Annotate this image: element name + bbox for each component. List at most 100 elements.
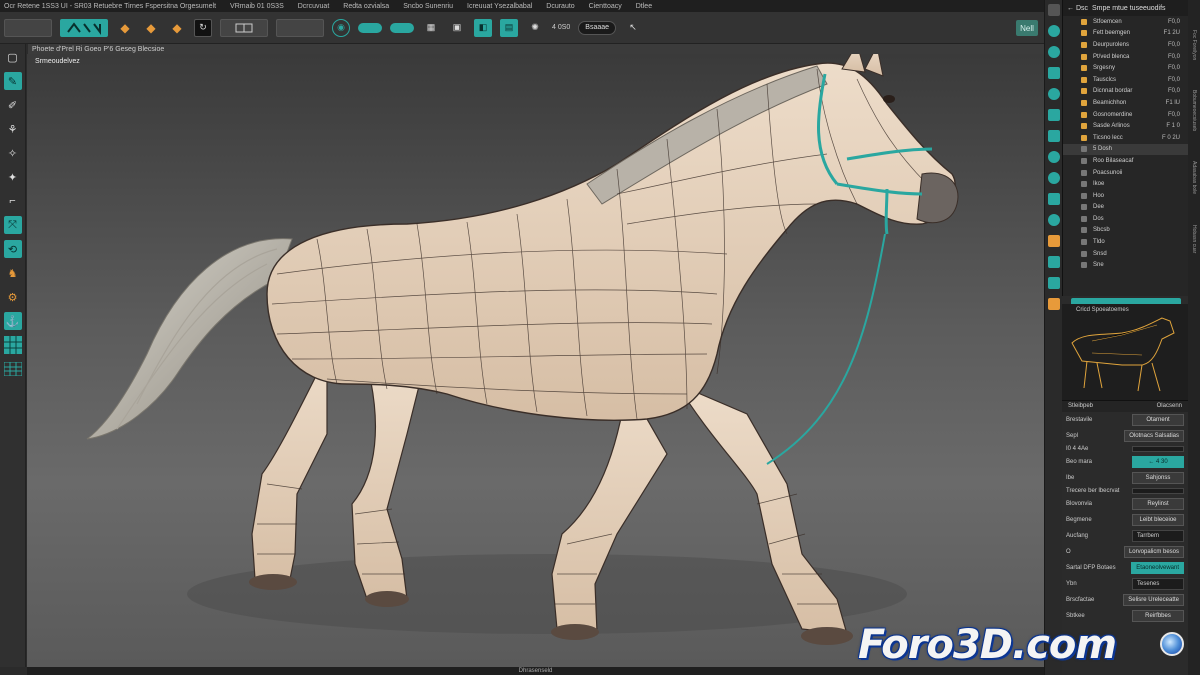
pointer-icon[interactable]: ↖ xyxy=(624,19,642,37)
menu-item[interactable]: VRmaib 01 0S3S xyxy=(230,3,284,10)
mirror-toggle[interactable] xyxy=(390,22,414,33)
edge-tab[interactable]: Bobumeoecsiuseb xyxy=(1191,90,1197,131)
anchor-tool-icon[interactable]: ⚓ xyxy=(3,312,22,330)
menu-item[interactable]: Dtlee xyxy=(636,3,652,10)
select-tool-icon[interactable]: ▢ xyxy=(4,48,22,66)
texture-grid-icon[interactable] xyxy=(3,336,22,354)
light-icon[interactable]: ✺ xyxy=(526,19,544,37)
outliner-row[interactable]: Deurpurolens F0,0 xyxy=(1063,39,1188,51)
property-value-button[interactable]: Etaoneolvewant xyxy=(1131,562,1184,574)
constraint-icon[interactable] xyxy=(1047,172,1060,184)
clay-tool-icon[interactable]: ⚘ xyxy=(4,120,22,138)
outliner-row[interactable]: Fett beemgen F1 2U xyxy=(1063,28,1188,40)
outliner-row[interactable]: Pt/ved blenca F0,0 xyxy=(1063,51,1188,63)
property-value-button[interactable] xyxy=(1132,488,1184,494)
properties-head-left[interactable]: Stleibpeb xyxy=(1068,403,1093,410)
edge-tab[interactable]: Foc Foreilyon xyxy=(1191,30,1197,60)
sample-field[interactable]: Bsaaae xyxy=(578,20,617,35)
edge-tab[interactable]: Hobasn cuar xyxy=(1191,225,1197,253)
outliner-row[interactable]: Srgesny F0,0 xyxy=(1063,62,1188,74)
properties-head-right[interactable]: Olacsenn xyxy=(1157,403,1182,410)
move-tool-icon[interactable]: ◆ xyxy=(116,19,134,37)
horse-wireframe-model[interactable] xyxy=(27,54,1044,667)
property-value-button[interactable]: Lorvopalicm besos xyxy=(1123,546,1184,558)
snap-icon[interactable]: ◉ xyxy=(332,18,350,37)
frame-icon[interactable]: ▣ xyxy=(448,19,466,37)
outliner-row[interactable]: Poacsunoii xyxy=(1063,167,1188,179)
data-icon[interactable] xyxy=(1047,193,1060,205)
smooth-tool-icon[interactable]: ◆ xyxy=(142,19,160,37)
physics-icon[interactable] xyxy=(1047,151,1060,163)
outliner-row[interactable]: Sasde Arlinos F 1 0 xyxy=(1063,120,1188,132)
panel-collapse-icon[interactable] xyxy=(1047,4,1060,16)
menu-item[interactable]: Dcrcuvuat xyxy=(298,3,330,10)
outliner-row[interactable]: Gosnomerdine F0,0 xyxy=(1063,109,1188,121)
mask-button[interactable]: ◧ xyxy=(474,18,492,37)
edge-tab[interactable]: Adasabas bole xyxy=(1191,161,1197,194)
pose-tool-icon[interactable]: ⟲ xyxy=(3,240,22,258)
menu-item[interactable]: Icreuuat Ysezalbabal xyxy=(467,3,532,10)
outliner-row[interactable]: Dos xyxy=(1063,213,1188,225)
output-icon[interactable] xyxy=(1047,256,1060,268)
rig-icon[interactable]: ⚙ xyxy=(4,288,22,306)
transform-tool-icon[interactable]: ⤧ xyxy=(3,216,22,234)
scene-icon[interactable] xyxy=(1047,88,1060,100)
menu-item[interactable]: Cienttoacy xyxy=(589,3,622,10)
menu-item[interactable]: Dcurauto xyxy=(546,3,574,10)
outliner-row[interactable]: Tldo xyxy=(1063,236,1188,248)
material-icon[interactable] xyxy=(1047,46,1060,58)
property-value-button[interactable]: Olotnacs Salsatias xyxy=(1124,430,1184,442)
grid-icon[interactable]: ▦ xyxy=(422,19,440,37)
crease-tool-icon[interactable]: ⌐ xyxy=(4,192,22,210)
render-icon[interactable] xyxy=(1047,25,1060,37)
brush-size-button[interactable] xyxy=(4,18,52,37)
outliner-row[interactable]: Dicnnat bordar F0,0 xyxy=(1063,86,1188,98)
layers-button[interactable]: ▤ xyxy=(500,18,518,37)
property-value-button[interactable]: Tesenes xyxy=(1132,578,1184,590)
outliner-row[interactable]: Ticsno lecc F 0 2U xyxy=(1063,132,1188,144)
sculpt-mode-button[interactable] xyxy=(60,18,108,37)
property-value-button[interactable]: Reirfbbes xyxy=(1132,610,1184,622)
property-value-button[interactable]: Tarrbem xyxy=(1132,530,1184,542)
uv-grid-icon[interactable] xyxy=(3,360,22,378)
outliner-row[interactable]: Sne xyxy=(1063,259,1188,271)
property-value-button[interactable] xyxy=(1132,446,1184,452)
layout-toggle-button[interactable] xyxy=(220,18,268,37)
menu-item[interactable]: Redta ozvialsa xyxy=(343,3,389,10)
property-value-button[interactable]: Otarnent xyxy=(1132,414,1184,426)
brush-tool-icon[interactable]: ✎ xyxy=(3,72,22,90)
pinch-tool-icon[interactable]: ✧ xyxy=(4,144,22,162)
world-icon[interactable] xyxy=(1047,235,1060,247)
menu-item[interactable]: Ocr Retene 1SS3 UI - SR03 Retuebre Tirne… xyxy=(4,3,216,10)
outliner-header-prefix[interactable]: ← Dsc xyxy=(1067,5,1088,12)
view-layer-icon[interactable] xyxy=(1047,277,1060,289)
pen-tool-icon[interactable]: ✐ xyxy=(4,96,22,114)
outliner-row[interactable]: Beamichhon F1 lU xyxy=(1063,97,1188,109)
property-value-button[interactable]: ← 4 30 xyxy=(1132,456,1184,468)
property-value-button[interactable]: Selisre Ureleceatte xyxy=(1123,594,1184,606)
outliner-row[interactable]: Ikoe xyxy=(1063,178,1188,190)
outliner-row[interactable]: Snsd xyxy=(1063,248,1188,260)
menu-item[interactable]: Sncbo Sunenriu xyxy=(403,3,453,10)
tool-icon[interactable] xyxy=(1047,298,1060,310)
3d-viewport[interactable]: Srmeoudelvez xyxy=(27,54,1044,667)
horse-asset-icon[interactable]: ♞ xyxy=(4,264,22,282)
modifier-icon[interactable] xyxy=(1047,130,1060,142)
mode-button[interactable]: Nell xyxy=(1016,20,1038,36)
property-value-button[interactable]: Leibt bleceioe xyxy=(1132,514,1184,526)
outliner-row[interactable]: Sbcsb xyxy=(1063,225,1188,237)
property-value-button[interactable]: Sahjonss xyxy=(1132,472,1184,484)
flatten-tool-icon[interactable]: ✦ xyxy=(4,168,22,186)
symmetry-toggle[interactable] xyxy=(358,22,382,33)
property-value-button[interactable]: Reylinst xyxy=(1132,498,1184,510)
object-icon[interactable] xyxy=(1047,109,1060,121)
particles-icon[interactable] xyxy=(1047,214,1060,226)
empty-slot-button[interactable] xyxy=(276,18,324,37)
outliner-row[interactable]: Dee xyxy=(1063,202,1188,214)
outliner-row[interactable]: Roo Bilaseacaf xyxy=(1063,155,1188,167)
outliner-row[interactable]: Stfoemcen F0,0 xyxy=(1063,16,1188,28)
texture-icon[interactable] xyxy=(1047,67,1060,79)
inflate-tool-icon[interactable]: ◆ xyxy=(168,19,186,37)
outliner-row[interactable]: 5 Dosh xyxy=(1063,143,1188,156)
outliner-row[interactable]: Hoo xyxy=(1063,190,1188,202)
